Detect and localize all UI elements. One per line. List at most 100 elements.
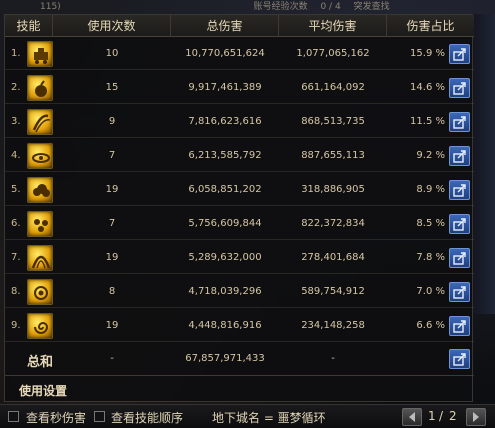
- row-damage-share: 14.6 %: [410, 82, 445, 93]
- row-total-damage: 4,718,039,296: [188, 286, 262, 297]
- page-separator: /: [439, 409, 444, 423]
- row-total-damage: 5,289,632,000: [188, 252, 262, 263]
- row-avg-damage: 1,077,065,162: [296, 48, 370, 59]
- skill-glyph-icon: [32, 114, 51, 133]
- arch-skill-icon[interactable]: [27, 245, 53, 271]
- row-total-damage: 9,917,461,389: [188, 82, 262, 93]
- row-rank: 5.: [11, 184, 21, 195]
- table-row: 6. 7 5,756,609,844 822,372,834 8.5 %: [5, 208, 474, 240]
- share-icon: [453, 353, 466, 366]
- share-icon: [453, 320, 466, 333]
- row-total-damage: 6,213,585,792: [188, 150, 262, 161]
- row-rank: 9.: [11, 320, 21, 331]
- row-avg-damage: 318,886,905: [301, 184, 365, 195]
- table-row: 9. 19 4,448,816,916 234,148,258 6.6 %: [5, 310, 474, 342]
- share-button[interactable]: [449, 214, 470, 234]
- row-avg-damage: 278,401,684: [301, 252, 365, 263]
- share-button[interactable]: [449, 146, 470, 166]
- radar-skill-icon[interactable]: [27, 143, 53, 169]
- game-side-panel: [473, 14, 495, 314]
- skill-glyph-icon: [35, 80, 47, 97]
- arrow-left-icon: [409, 412, 415, 422]
- share-button[interactable]: [449, 180, 470, 200]
- total-label: 总和: [27, 355, 54, 370]
- bottom-bar: 查看秒伤害 查看技能顺序 地下城名 = 噩梦循环 1 / 2: [0, 404, 495, 428]
- share-icon: [453, 286, 466, 299]
- settings-button[interactable]: 使用设置: [19, 382, 67, 399]
- skill-glyph-icon: [34, 322, 49, 334]
- eye-skill-icon[interactable]: [27, 279, 53, 305]
- share-button[interactable]: [449, 282, 470, 302]
- share-icon: [453, 48, 466, 61]
- swirl-skill-icon[interactable]: [27, 313, 53, 339]
- game-top-strip: 115) 账号经验次数 0 / 4 突发查找: [0, 0, 495, 14]
- row-uses: 7: [108, 150, 116, 161]
- row-avg-damage: 589,754,912: [301, 286, 365, 297]
- skill-glyph-icon: [31, 255, 51, 269]
- row-avg-damage: 822,372,834: [301, 218, 365, 229]
- share-icon: [453, 82, 466, 95]
- row-total-damage: 4,448,816,916: [188, 320, 262, 331]
- header-total-damage: 总伤害: [171, 15, 279, 37]
- next-page-button[interactable]: [466, 408, 486, 426]
- table-row: 3. 9 7,816,623,616 868,513,735 11.5 %: [5, 106, 474, 138]
- header-skill: 技能: [5, 15, 53, 37]
- total-uses: -: [110, 353, 114, 364]
- table-row: 4. 7 6,213,585,792 887,655,113 9.2 %: [5, 140, 474, 172]
- header-damage-share: 伤害占比: [406, 19, 455, 33]
- share-button[interactable]: [449, 316, 470, 336]
- row-damage-share: 8.9 %: [416, 184, 445, 195]
- table-row: 1. 10 10,770,651,624 1,077,065,162 15.9 %: [5, 38, 474, 70]
- page-current: 1: [428, 409, 436, 423]
- total-row: 总和 - 67,857,971,433 -: [5, 347, 474, 371]
- total-damage: 67,857,971,433: [185, 353, 265, 364]
- row-uses: 19: [105, 252, 119, 263]
- row-uses: 19: [105, 184, 119, 195]
- share-icon: [453, 150, 466, 163]
- bomb-skill-icon[interactable]: [27, 75, 53, 101]
- tank-skill-icon[interactable]: [27, 41, 53, 67]
- row-rank: 6.: [11, 218, 21, 229]
- skill-order-label: 查看技能顺序: [111, 411, 184, 425]
- row-damage-share: 7.8 %: [416, 252, 445, 263]
- dungeon-name: 地下城名 = 噩梦循环: [212, 411, 326, 425]
- row-uses: 9: [108, 116, 116, 127]
- top-left-text: 115): [40, 2, 61, 12]
- skill-glyph-icon: [34, 48, 48, 64]
- cluster-skill-icon[interactable]: [27, 211, 53, 237]
- prev-page-button[interactable]: [402, 408, 422, 426]
- row-total-damage: 5,756,609,844: [188, 218, 262, 229]
- header-uses: 使用次数: [53, 15, 171, 37]
- per-second-label: 查看秒伤害: [26, 411, 87, 425]
- slash-skill-icon[interactable]: [27, 109, 53, 135]
- row-uses: 8: [108, 286, 116, 297]
- share-button[interactable]: [449, 112, 470, 132]
- row-uses: 19: [105, 320, 119, 331]
- arrow-right-icon: [473, 412, 479, 422]
- total-avg: -: [331, 353, 335, 364]
- row-uses: 7: [108, 218, 116, 229]
- cloud-skill-icon[interactable]: [27, 177, 53, 203]
- skill-glyph-icon: [33, 184, 50, 197]
- row-uses: 10: [105, 48, 119, 59]
- share-button[interactable]: [449, 44, 470, 64]
- row-avg-damage: 887,655,113: [301, 150, 365, 161]
- per-second-checkbox[interactable]: [8, 411, 19, 422]
- page-total: 2: [449, 409, 457, 423]
- top-count-text: 0 / 4: [320, 2, 341, 12]
- share-button[interactable]: [449, 78, 470, 98]
- row-damage-share: 11.5 %: [410, 116, 445, 127]
- row-damage-share: 8.5 %: [416, 218, 445, 229]
- share-total-button[interactable]: [449, 349, 470, 369]
- share-icon: [453, 184, 466, 197]
- skill-order-checkbox[interactable]: [94, 411, 105, 422]
- row-rank: 1.: [11, 48, 21, 59]
- damage-stats-panel: 技能 使用次数 总伤害 平均伤害 伤害占比 1. 10 10,770,651,624…: [4, 14, 474, 402]
- share-button[interactable]: [449, 248, 470, 268]
- table-header: 技能 使用次数 总伤害 平均伤害 伤害占比: [5, 15, 474, 37]
- row-avg-damage: 868,513,735: [301, 116, 365, 127]
- skill-glyph-icon: [32, 153, 50, 163]
- row-total-damage: 6,058,851,202: [188, 184, 262, 195]
- table-row: 2. 15 9,917,461,389 661,164,092 14.6 %: [5, 72, 474, 104]
- page-navigator: 1 / 2: [402, 408, 492, 426]
